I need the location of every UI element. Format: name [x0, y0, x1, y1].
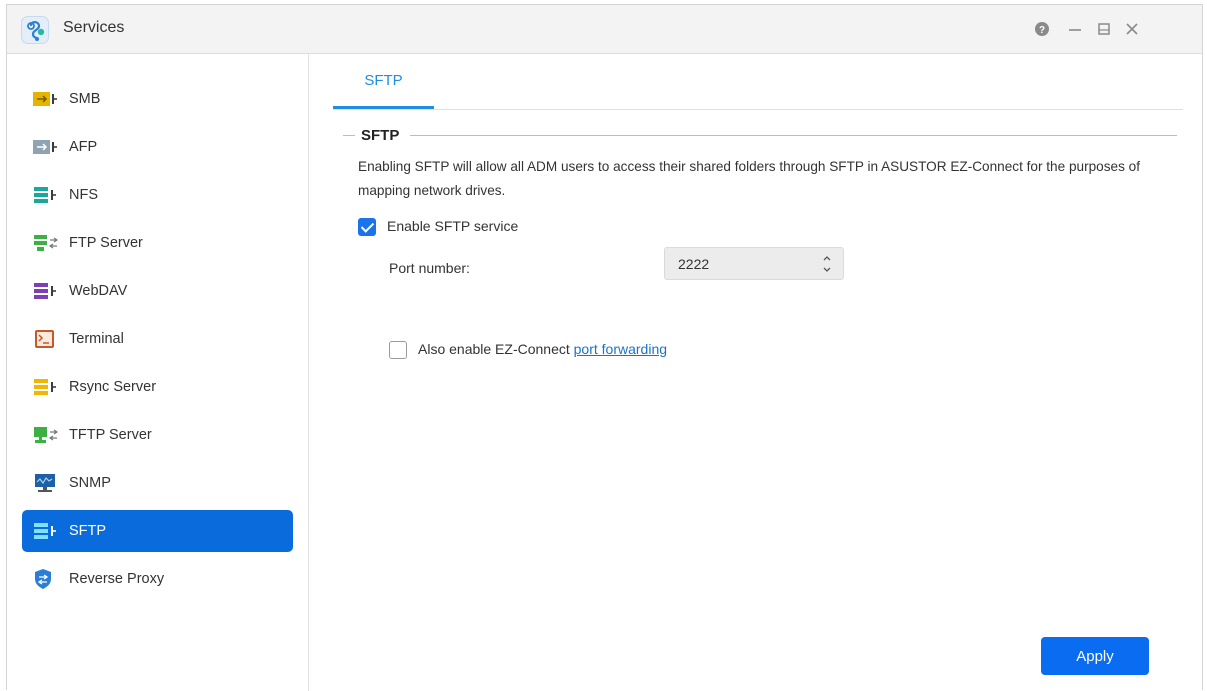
- sftp-settings-panel: SFTP SFTP Enabling SFTP will allow all A…: [310, 54, 1203, 691]
- sidebar-item-label: SFTP: [69, 523, 107, 539]
- tab-sftp[interactable]: SFTP: [333, 68, 434, 109]
- sidebar-item-label: NFS: [69, 187, 98, 203]
- port-forwarding-link[interactable]: port forwarding: [574, 341, 667, 357]
- sidebar-item-webdav[interactable]: WebDAV: [22, 270, 293, 312]
- services-sidebar: SMB AFP NFS FTP Server WebDAV Terminal R…: [7, 54, 309, 691]
- sidebar-item-label: SNMP: [69, 475, 111, 491]
- app-logo-icon: [21, 16, 49, 44]
- maximize-icon[interactable]: [1093, 18, 1115, 40]
- section-description: Enabling SFTP will allow all ADM users t…: [358, 159, 1140, 198]
- minimize-icon[interactable]: [1064, 18, 1086, 40]
- sidebar-item-afp[interactable]: AFP: [22, 126, 293, 168]
- snmp-icon: [32, 472, 60, 494]
- title-bar: Services ?: [7, 5, 1202, 54]
- sidebar-item-ftp-server[interactable]: FTP Server: [22, 222, 293, 264]
- sidebar-item-label: SMB: [69, 91, 101, 107]
- close-icon[interactable]: [1121, 18, 1143, 40]
- section-title: SFTP: [361, 127, 400, 144]
- sidebar-item-rsync-server[interactable]: Rsync Server: [22, 366, 293, 408]
- tftp-server-icon: [32, 424, 60, 446]
- svg-text:?: ?: [1039, 25, 1045, 36]
- ez-connect-checkbox[interactable]: [389, 341, 407, 359]
- window-title: Services: [63, 19, 125, 36]
- sidebar-item-label: AFP: [69, 139, 98, 155]
- section-rule: [343, 135, 355, 136]
- sidebar-item-sftp[interactable]: SFTP: [22, 510, 293, 552]
- enable-sftp-label: Enable SFTP service: [387, 218, 519, 234]
- sidebar-item-nfs[interactable]: NFS: [22, 174, 293, 216]
- tab-divider: [333, 109, 1183, 110]
- sftp-icon: [32, 520, 60, 542]
- ez-connect-text: Also enable EZ-Connect: [418, 341, 574, 357]
- sidebar-item-label: Terminal: [69, 331, 124, 347]
- sidebar-item-smb[interactable]: SMB: [22, 78, 293, 120]
- chevron-down-icon[interactable]: [820, 265, 834, 275]
- smb-icon: [32, 88, 60, 110]
- sidebar-item-tftp-server[interactable]: TFTP Server: [22, 414, 293, 456]
- help-icon[interactable]: ?: [1031, 18, 1053, 40]
- ftp-server-icon: [32, 232, 60, 254]
- terminal-icon: [32, 328, 60, 350]
- enable-sftp-checkbox[interactable]: [358, 218, 376, 236]
- chevron-up-icon[interactable]: [820, 253, 834, 263]
- sidebar-item-label: FTP Server: [69, 235, 143, 251]
- sidebar-item-snmp[interactable]: SNMP: [22, 462, 293, 504]
- reverse-proxy-icon: [32, 568, 60, 590]
- apply-button[interactable]: Apply: [1041, 637, 1149, 675]
- rsync-server-icon: [32, 376, 60, 398]
- sidebar-item-reverse-proxy[interactable]: Reverse Proxy: [22, 558, 293, 600]
- sidebar-item-label: Rsync Server: [69, 379, 157, 395]
- webdav-icon: [32, 280, 60, 302]
- services-window: Services ? SMB AFP NFS FTP Server WebDAV…: [6, 4, 1203, 691]
- afp-icon: [32, 136, 60, 158]
- sidebar-item-label: Reverse Proxy: [69, 571, 165, 587]
- port-number-value: 2222: [678, 256, 710, 272]
- ez-connect-label: Also enable EZ-Connect port forwarding: [418, 341, 667, 357]
- port-number-label: Port number:: [389, 260, 470, 276]
- sidebar-item-label: WebDAV: [69, 283, 128, 299]
- sidebar-item-label: TFTP Server: [69, 427, 152, 443]
- port-number-stepper[interactable]: 2222: [664, 247, 844, 280]
- sidebar-item-terminal[interactable]: Terminal: [22, 318, 293, 360]
- section-rule: [410, 135, 1177, 136]
- nfs-icon: [32, 184, 60, 206]
